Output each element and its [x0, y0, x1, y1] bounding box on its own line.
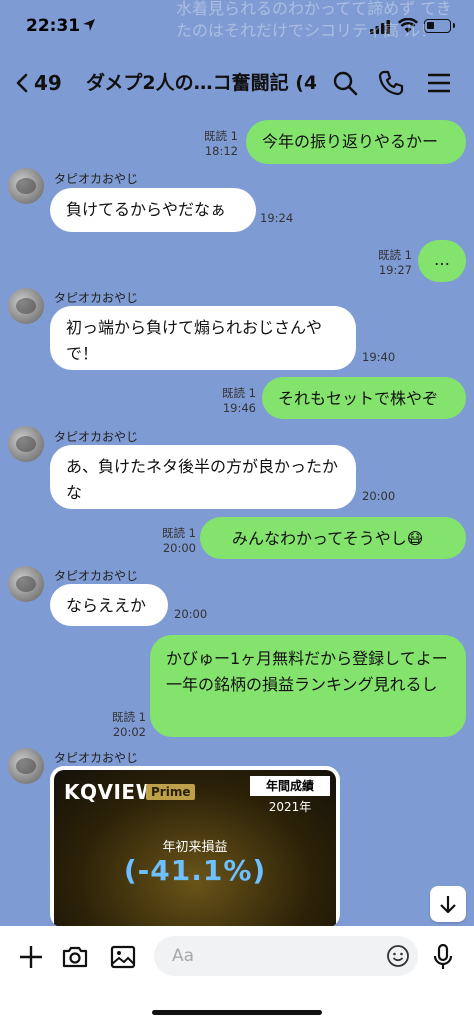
sender-name: タピオカおやじ [54, 430, 139, 444]
plus-icon[interactable] [16, 942, 46, 972]
message-time: 20:02 [112, 725, 146, 739]
message-meta: 既読 1 19:46 [216, 386, 256, 416]
read-receipt: 既読 1 [162, 526, 196, 540]
avatar[interactable] [8, 566, 44, 602]
image-content: KQVIEW Prime 年間成績 2021年 年初来損益 (-41.1%) [54, 770, 336, 928]
sender-name: タピオカおやじ [54, 751, 139, 765]
message-meta: 既読 1 18:12 [196, 129, 238, 159]
pl-value: (-41.1%) [123, 854, 267, 887]
sender-name: タピオカおやじ [54, 291, 139, 305]
avatar[interactable] [8, 748, 44, 784]
ghost-message-text: 水着見られるのわかってて諦めず てきたのはそれだけでシコリティ高 ル！ [176, 0, 452, 40]
message-bubble-incoming[interactable]: 初っ端から負けて煽られおじさんやで！ [50, 306, 356, 370]
message-bubble-incoming[interactable]: 負けてるからやだなぁ [50, 188, 256, 232]
message-time: 19:24 [260, 211, 294, 225]
annual-results-tag: 年間成績 [250, 776, 330, 796]
year-label: 2021年 [268, 800, 312, 814]
message-meta: 既読 1 20:02 [106, 710, 146, 740]
search-icon[interactable] [330, 68, 360, 98]
message-time: 20:00 [174, 607, 208, 621]
message-bubble-outgoing[interactable]: それもセットで株やぞ [262, 377, 466, 419]
message-bubble-outgoing[interactable]: かびゅー1ヶ月無料だから登録してよー一年の銘柄の損益ランキング見れるし [150, 635, 466, 737]
sender-name: タピオカおやじ [54, 172, 139, 186]
message-bubble-outgoing[interactable]: … [418, 240, 466, 282]
message-bubble-outgoing[interactable]: みんなわかってそうやし😷 [200, 517, 466, 559]
message-time: 18:12 [204, 144, 238, 158]
read-receipt: 既読 1 [112, 710, 146, 724]
menu-icon[interactable] [424, 68, 454, 98]
emoji-icon[interactable] [386, 944, 410, 968]
status-time: 22:31 [26, 16, 81, 36]
read-receipt: 既読 1 [204, 129, 238, 143]
pl-label: 年初来損益 [162, 840, 228, 855]
home-indicator [152, 1010, 322, 1015]
message-meta: 既読 1 19:27 [376, 248, 412, 278]
message-time: 19:40 [362, 350, 396, 364]
message-input[interactable] [154, 936, 418, 976]
unread-count: 49 [34, 71, 62, 95]
message-meta: 既読 1 20:00 [156, 526, 196, 556]
image-icon[interactable] [108, 942, 138, 972]
avatar[interactable] [8, 168, 44, 204]
chat-title[interactable]: ダメプ2人の…コ奮闘記 (4) [86, 68, 316, 95]
mic-icon[interactable] [428, 942, 458, 972]
camera-icon[interactable] [60, 942, 90, 972]
input-bar [0, 926, 474, 1024]
scroll-to-bottom-button[interactable] [430, 886, 466, 922]
message-bubble-incoming[interactable]: ならええか [50, 584, 168, 626]
avatar[interactable] [8, 288, 44, 324]
message-bubble-incoming[interactable]: あ、負けたネタ後半の方が良かったかな [50, 445, 356, 509]
location-arrow-icon [83, 19, 95, 31]
top-bar: 22:31 水着見られるのわかってて諦めず てきたのはそれだけでシコリティ高 ル… [0, 0, 474, 112]
avatar[interactable] [8, 426, 44, 462]
read-receipt: 既読 1 [378, 248, 412, 262]
chat-header: 49 ダメプ2人の…コ奮闘記 (4) [0, 54, 474, 112]
image-message[interactable]: KQVIEW Prime 年間成績 2021年 年初来損益 (-41.1%) [50, 766, 340, 928]
message-time: 20:00 [362, 489, 396, 503]
message-time: 20:00 [162, 541, 196, 555]
message-bubble-outgoing[interactable]: 今年の振り返りやるかー [246, 120, 466, 164]
phone-icon[interactable] [376, 68, 406, 98]
back-button[interactable]: 49 [16, 70, 76, 96]
message-time: 19:27 [378, 263, 412, 277]
kqview-logo: KQVIEW [64, 780, 159, 804]
prime-badge: Prime [146, 784, 196, 800]
chevron-left-icon [16, 73, 28, 93]
read-receipt: 既読 1 [222, 386, 256, 400]
sender-name: タピオカおやじ [54, 569, 139, 583]
arrow-down-icon [440, 896, 456, 914]
message-time: 19:46 [222, 401, 256, 415]
